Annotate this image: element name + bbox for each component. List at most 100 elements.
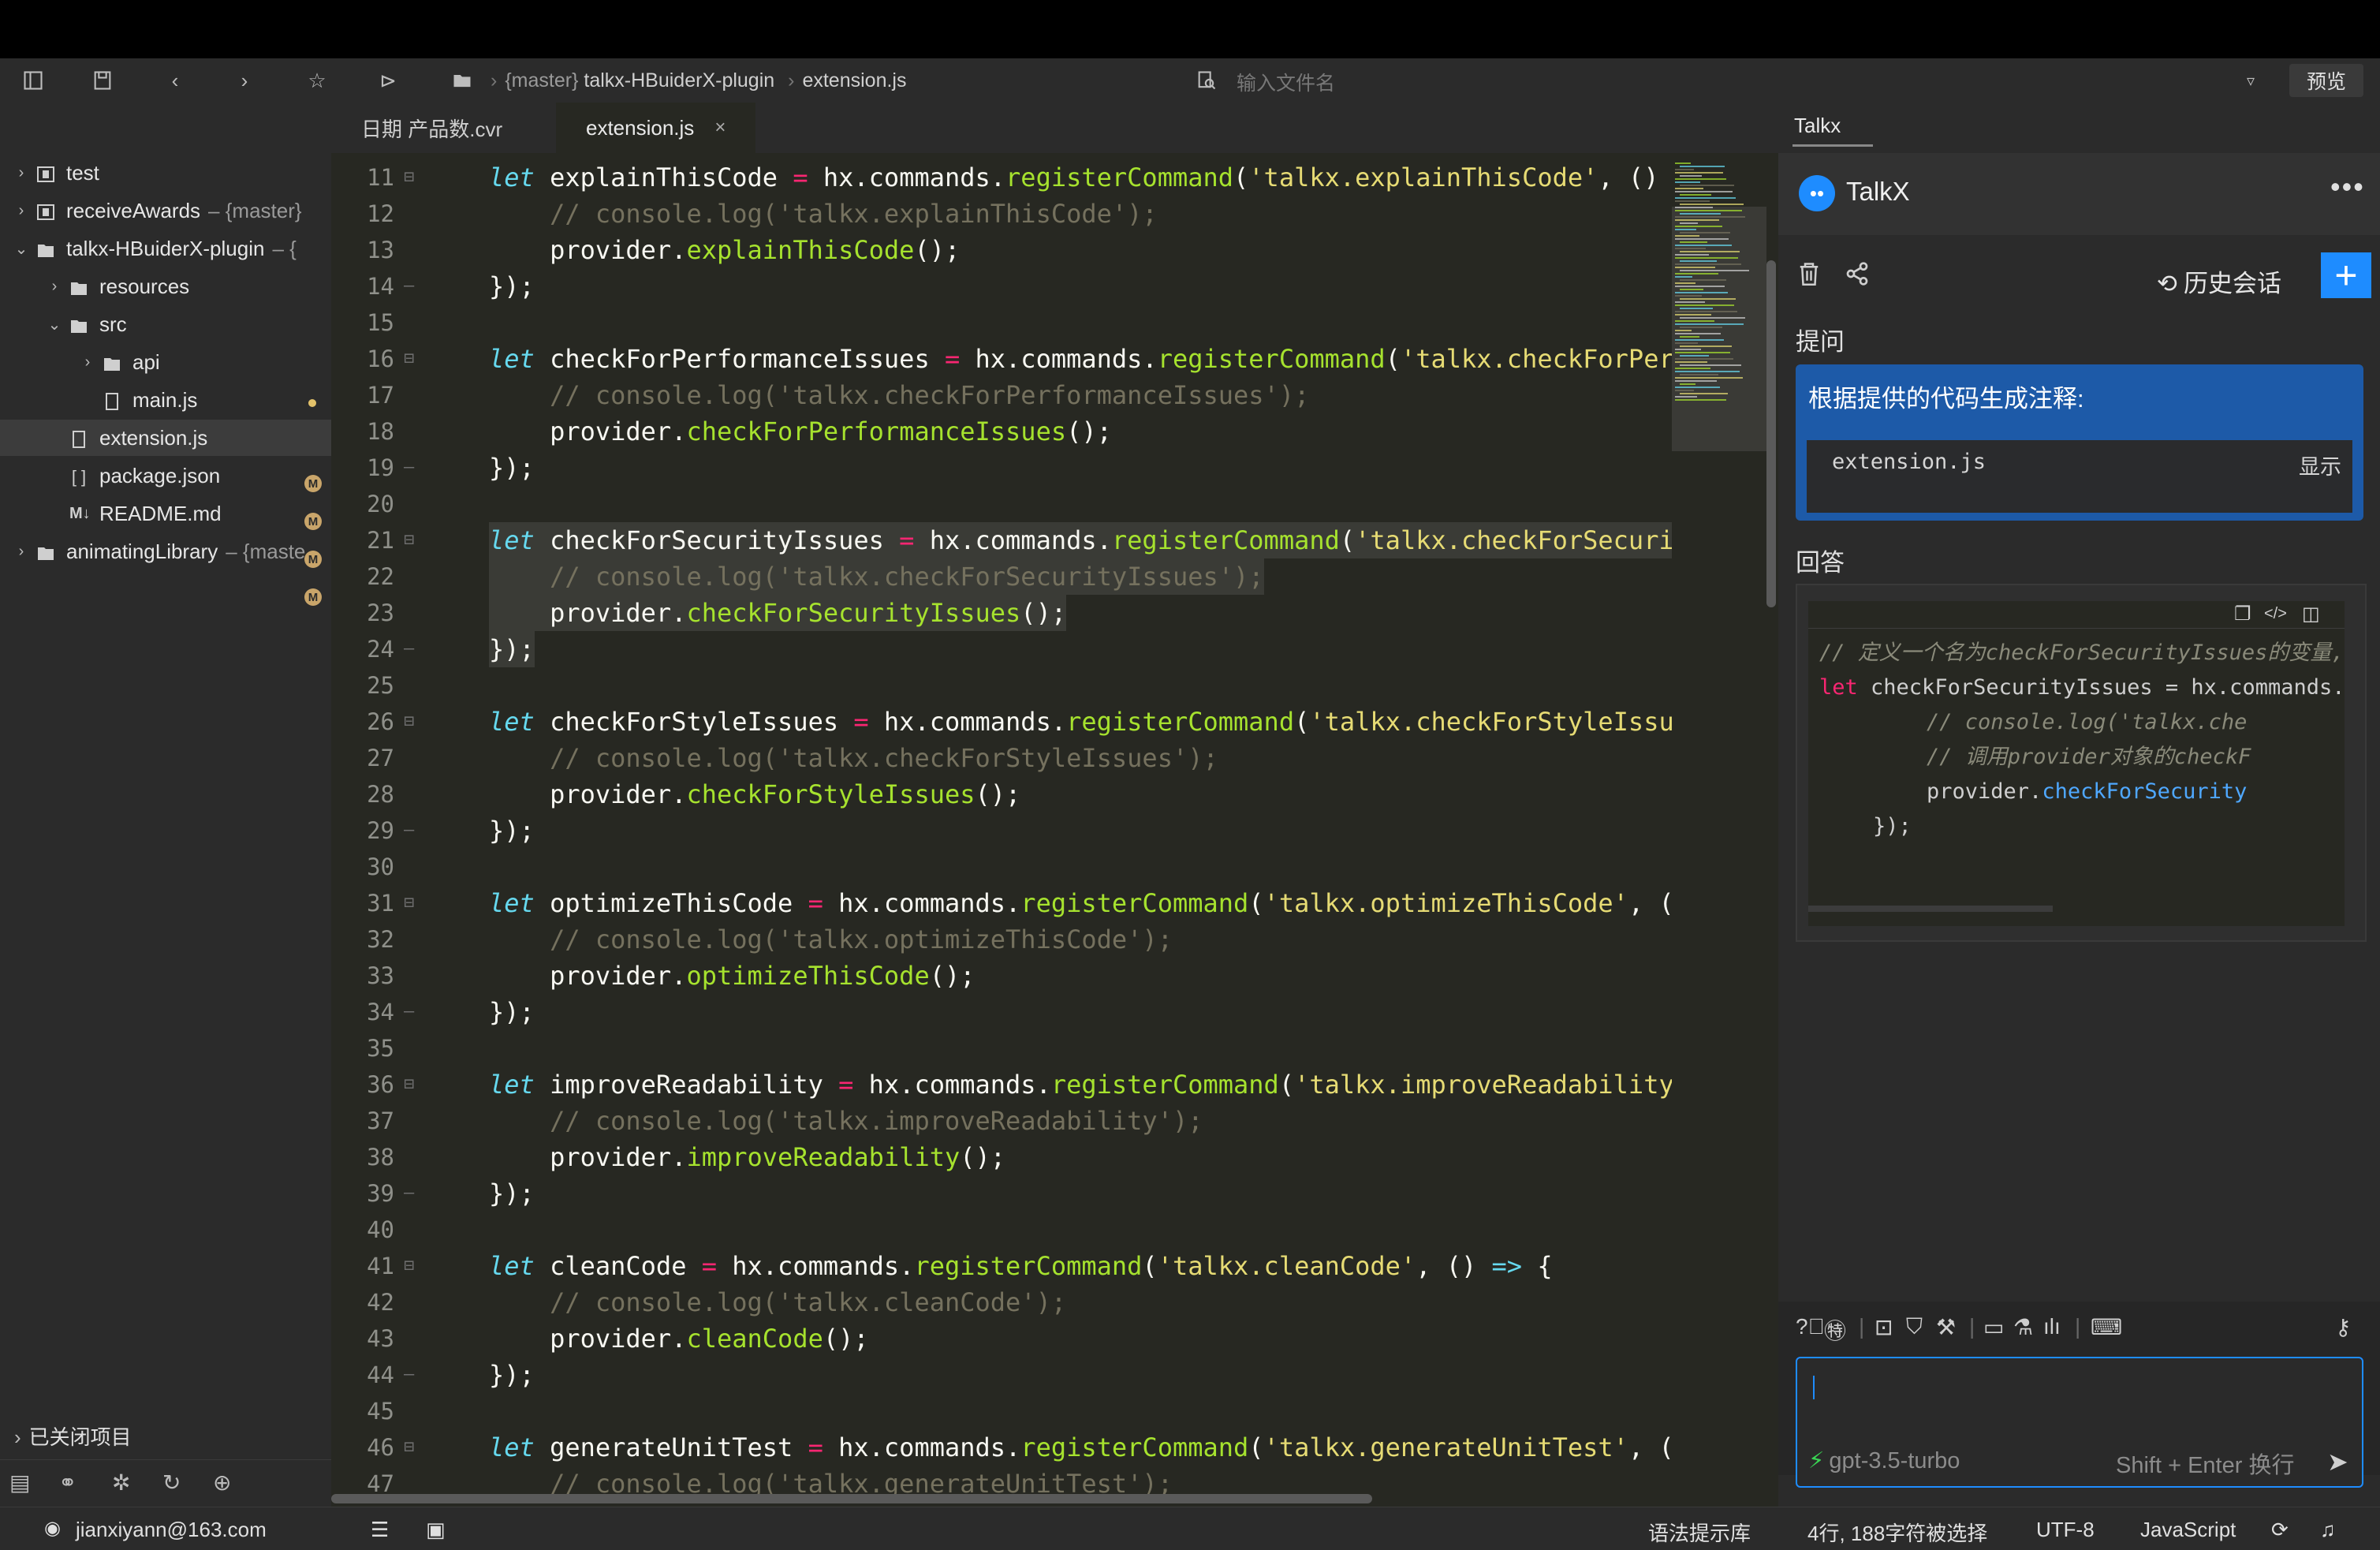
- bell-icon[interactable]: ♫: [2320, 1518, 2336, 1542]
- breadcrumb-project[interactable]: talkx-HBuiderX-plugin: [584, 69, 774, 92]
- code-line[interactable]: 11 ⊟ let explainThisCode = hx.commands.reg…: [331, 159, 1672, 196]
- show-button[interactable]: 显示: [2299, 450, 2341, 480]
- closed-projects[interactable]: › 已关闭项目: [14, 1421, 132, 1451]
- code-line[interactable]: 32 // console.log('talkx.optimizeThisCod…: [331, 921, 1672, 958]
- code-line[interactable]: 24–});: [331, 631, 1672, 667]
- code-line[interactable]: 44–});: [331, 1357, 1672, 1393]
- translate-icon[interactable]: ㊕: [1824, 1314, 1846, 1346]
- fold-toggle-icon[interactable]: ⊟: [404, 522, 414, 558]
- comment-icon[interactable]: ▭: [1983, 1314, 2004, 1340]
- tree-item-receiveawards[interactable]: › receiveAwards – {master}: [0, 192, 344, 229]
- code-line[interactable]: 21 ⊟ let checkForSecurityIssues = hx.comma…: [331, 522, 1672, 558]
- source-control-icon[interactable]: ↻: [162, 1470, 181, 1496]
- tree-item-src[interactable]: ⌄ src: [0, 306, 377, 342]
- split-view-icon[interactable]: ◫: [2302, 603, 2320, 626]
- history-button[interactable]: ⟲ 历史会话: [2157, 263, 2281, 299]
- tab-extension-js[interactable]: extension.js ×: [556, 103, 756, 153]
- user-account[interactable]: jianxiyann@163.com: [76, 1518, 267, 1542]
- close-icon[interactable]: ×: [714, 117, 726, 139]
- tab-csv-file[interactable]: 日期 产品数.cvr: [331, 103, 532, 153]
- binoculars-icon[interactable]: ⚭: [58, 1470, 76, 1496]
- code-area[interactable]: 11 ⊟ let explainThisCode = hx.commands.reg…: [331, 159, 1672, 1500]
- code-line[interactable]: 25: [331, 667, 1672, 704]
- answer-code-block[interactable]: ❐ </> ◫ // 定义一个名为checkForSecurityIssues的…: [1808, 601, 2345, 926]
- code-line[interactable]: 33 provider.optimizeThisCode();: [331, 958, 1672, 994]
- tree-item-resources[interactable]: › resources: [0, 268, 377, 304]
- fold-toggle-icon[interactable]: ⊟: [404, 341, 414, 377]
- copy-icon[interactable]: ❐: [2234, 603, 2251, 626]
- code-line[interactable]: 34–});: [331, 994, 1672, 1030]
- outline-icon[interactable]: ☰: [371, 1518, 389, 1542]
- tree-item-talkx-plugin[interactable]: ⌄ talkx-HBuiderX-plugin – {: [0, 230, 344, 267]
- star-icon[interactable]: ☆: [303, 66, 331, 95]
- breadcrumb-branch[interactable]: {master}: [505, 69, 578, 92]
- tree-item-test[interactable]: › test: [0, 155, 344, 191]
- share-icon[interactable]: [1845, 260, 1870, 291]
- chevron-down-icon[interactable]: ⌄: [13, 239, 30, 259]
- file-search-input[interactable]: 输入文件名: [1237, 68, 1335, 96]
- code-line[interactable]: 23 provider.checkForSecurityIssues();: [331, 595, 1672, 631]
- code-line[interactable]: 35: [331, 1030, 1672, 1066]
- sidebar-toggle-icon[interactable]: [19, 66, 47, 95]
- project-manager-icon[interactable]: ▤: [9, 1470, 30, 1496]
- vertical-scrollbar[interactable]: [1766, 260, 1776, 607]
- browser-icon[interactable]: ⊕: [213, 1470, 231, 1496]
- send-icon[interactable]: ➤: [2327, 1447, 2348, 1477]
- minimap-viewport[interactable]: [1672, 207, 1766, 451]
- model-selector[interactable]: ⚡ gpt-3.5-turbo: [1808, 1447, 1960, 1474]
- fold-toggle-icon[interactable]: ⊟: [404, 159, 414, 196]
- code-line[interactable]: 43 provider.cleanCode();: [331, 1320, 1672, 1357]
- code-line[interactable]: 31 ⊟ let optimizeThisCode = hx.commands.re…: [331, 885, 1672, 921]
- more-icon[interactable]: •••: [2330, 170, 2365, 204]
- code-line[interactable]: 29–});: [331, 812, 1672, 849]
- code-line[interactable]: 15: [331, 304, 1672, 341]
- language-mode[interactable]: JavaScript: [2140, 1518, 2236, 1542]
- filter-icon[interactable]: ▿: [2236, 66, 2265, 95]
- performance-icon[interactable]: ⊡: [1875, 1314, 1893, 1340]
- fold-toggle-icon[interactable]: ⊟: [404, 1429, 414, 1466]
- code-line[interactable]: 27 // console.log('talkx.checkForStyleIs…: [331, 740, 1672, 776]
- code-line[interactable]: 13 provider.explainThisCode();: [331, 232, 1672, 268]
- breadcrumb[interactable]: › {master} talkx-HBuiderX-plugin › extensi…: [483, 69, 906, 92]
- forward-icon[interactable]: ›: [230, 66, 259, 95]
- code-line[interactable]: 38 provider.improveReadability();: [331, 1139, 1672, 1175]
- chevron-right-icon[interactable]: ›: [13, 543, 30, 561]
- breadcrumb-file[interactable]: extension.js: [802, 69, 906, 92]
- debug-icon[interactable]: ✲: [112, 1470, 130, 1496]
- code-line[interactable]: 19–});: [331, 450, 1672, 486]
- chevron-right-icon[interactable]: ›: [46, 278, 63, 296]
- code-line[interactable]: 17 // console.log('talkx.checkForPerform…: [331, 377, 1672, 413]
- back-icon[interactable]: ‹: [161, 66, 189, 95]
- fold-toggle-icon[interactable]: ⊟: [404, 1248, 414, 1284]
- code-line[interactable]: 30: [331, 849, 1672, 885]
- help-icon[interactable]: ?⃝: [1796, 1314, 1825, 1339]
- horizontal-scrollbar[interactable]: [331, 1494, 1372, 1503]
- syntax-library[interactable]: 语法提示库: [1648, 1518, 1751, 1547]
- code-line[interactable]: 28 provider.checkForStyleIssues();: [331, 776, 1672, 812]
- chart-icon[interactable]: ılı: [2043, 1314, 2061, 1339]
- chat-input[interactable]: ⚡ gpt-3.5-turbo Shift + Enter 换行 ➤: [1796, 1357, 2363, 1488]
- code-line[interactable]: 16 ⊟ let checkForPerformanceIssues = hx.co…: [331, 341, 1672, 377]
- fold-toggle-icon[interactable]: ⊟: [404, 885, 414, 921]
- fold-toggle-icon[interactable]: ⊟: [404, 704, 414, 740]
- optimize-icon[interactable]: ⚒: [1936, 1314, 1956, 1340]
- code-line[interactable]: 37 // console.log('talkx.improveReadabil…: [331, 1103, 1672, 1139]
- security-shield-icon[interactable]: ⛉: [1906, 1314, 1923, 1340]
- insert-code-icon[interactable]: </>: [2264, 605, 2287, 623]
- code-line[interactable]: 41 ⊟ let cleanCode = hx.commands.registerC…: [331, 1248, 1672, 1284]
- minimap[interactable]: [1672, 159, 1766, 1507]
- code-line[interactable]: 12 // console.log('talkx.explainThisCode…: [331, 196, 1672, 232]
- code-line[interactable]: 45: [331, 1393, 1672, 1429]
- code-line[interactable]: 46 ⊟ let generateUnitTest = hx.commands.re…: [331, 1429, 1672, 1466]
- fold-toggle-icon[interactable]: ⊟: [404, 1066, 414, 1103]
- trash-icon[interactable]: [1797, 260, 1821, 293]
- code-line[interactable]: 36 ⊟ let improveReadability = hx.commands.…: [331, 1066, 1672, 1103]
- test-flask-icon[interactable]: ⚗: [2013, 1314, 2033, 1340]
- chevron-right-icon[interactable]: ›: [13, 164, 30, 182]
- run-icon[interactable]: ⊳: [374, 66, 402, 95]
- chevron-right-icon[interactable]: ›: [79, 353, 96, 372]
- code-line[interactable]: 14–});: [331, 268, 1672, 304]
- panel-tab-talkx[interactable]: Talkx: [1792, 114, 1873, 147]
- chevron-right-icon[interactable]: ›: [13, 202, 30, 220]
- code-line[interactable]: 39–});: [331, 1175, 1672, 1212]
